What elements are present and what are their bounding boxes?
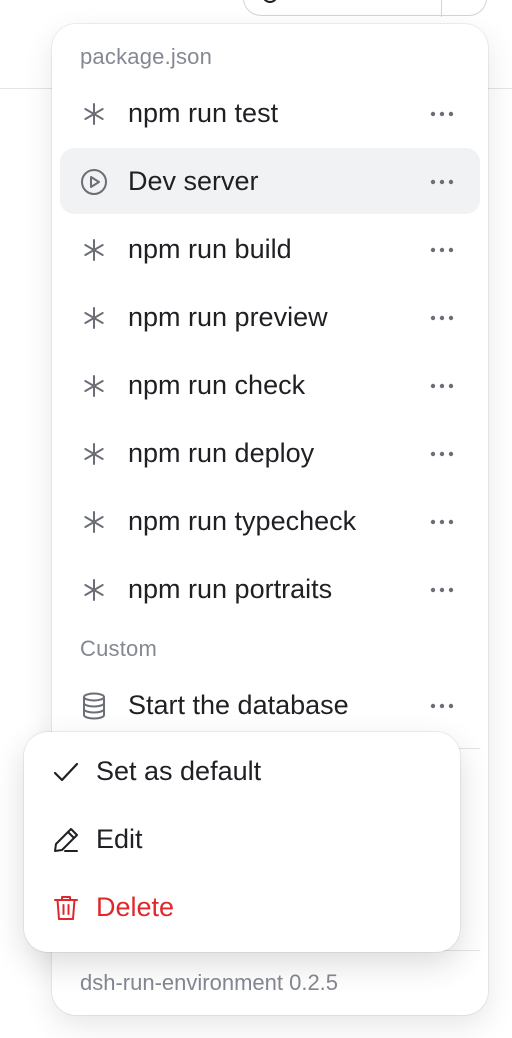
menu-item-npm-run-build[interactable]: npm run build [60, 216, 480, 282]
menu-item-dev-server[interactable]: Dev server [60, 148, 480, 214]
section-label-package-json: package.json [80, 44, 213, 69]
asterisk-icon [80, 576, 108, 604]
delete-menu-item[interactable]: Delete [32, 878, 452, 940]
asterisk-icon [80, 236, 108, 264]
pencil-icon [52, 826, 80, 854]
section-label-custom: Custom [80, 636, 157, 661]
asterisk-icon [80, 508, 108, 536]
asterisk-icon [80, 440, 108, 468]
menu-item-label: npm run typecheck [128, 506, 357, 536]
menu-item-npm-run-portraits[interactable]: npm run portraits [60, 556, 480, 622]
database-icon [80, 692, 108, 720]
asterisk-icon [80, 372, 108, 400]
menu-item-label: npm run portraits [128, 574, 333, 604]
menu-item-label: Delete [96, 892, 175, 922]
menu-item-label: npm run build [128, 234, 292, 264]
menu-item-label: npm run check [128, 370, 306, 400]
play-circle-icon [80, 168, 108, 196]
more-options-icon[interactable] [428, 306, 456, 330]
version-label: dsh-run-environment 0.2.5 [80, 970, 339, 995]
status-icon [262, 0, 278, 3]
menu-item-npm-run-check[interactable]: npm run check [60, 352, 480, 418]
menu-item-npm-run-test[interactable]: npm run test [60, 80, 480, 146]
menu-item-npm-run-preview[interactable]: npm run preview [60, 284, 480, 350]
menu-item-label: npm run preview [128, 302, 328, 332]
asterisk-icon [80, 100, 108, 128]
more-options-icon[interactable] [428, 238, 456, 262]
menu-item-label: Dev server [128, 166, 259, 196]
menu-item-label: Start the database [128, 690, 349, 720]
edit-menu-item[interactable]: Edit [32, 810, 452, 872]
trash-icon [52, 894, 80, 922]
menu-item-npm-run-typecheck[interactable]: npm run typecheck [60, 488, 480, 554]
more-options-icon[interactable] [428, 442, 456, 466]
menu-item-label: Set as default [96, 756, 262, 786]
more-options-icon[interactable] [428, 694, 456, 718]
menu-item-npm-run-deploy[interactable]: npm run deploy [60, 420, 480, 486]
selector-divider [441, 0, 442, 17]
menu-item-label: npm run test [128, 98, 279, 128]
more-options-icon[interactable] [428, 170, 456, 194]
more-options-icon[interactable] [428, 374, 456, 398]
check-icon [52, 758, 80, 786]
run-environment-selector[interactable] [243, 0, 487, 17]
more-options-icon[interactable] [428, 102, 456, 126]
more-options-icon[interactable] [428, 578, 456, 602]
menu-item-label: npm run deploy [128, 438, 315, 468]
set-as-default-menu-item[interactable]: Set as default [32, 742, 452, 804]
item-context-menu: Set as default Edit Delete [24, 732, 460, 952]
asterisk-icon [80, 304, 108, 332]
more-options-icon[interactable] [428, 510, 456, 534]
menu-item-start-the-database[interactable]: Start the database [60, 672, 480, 738]
menu-item-label: Edit [96, 824, 143, 854]
